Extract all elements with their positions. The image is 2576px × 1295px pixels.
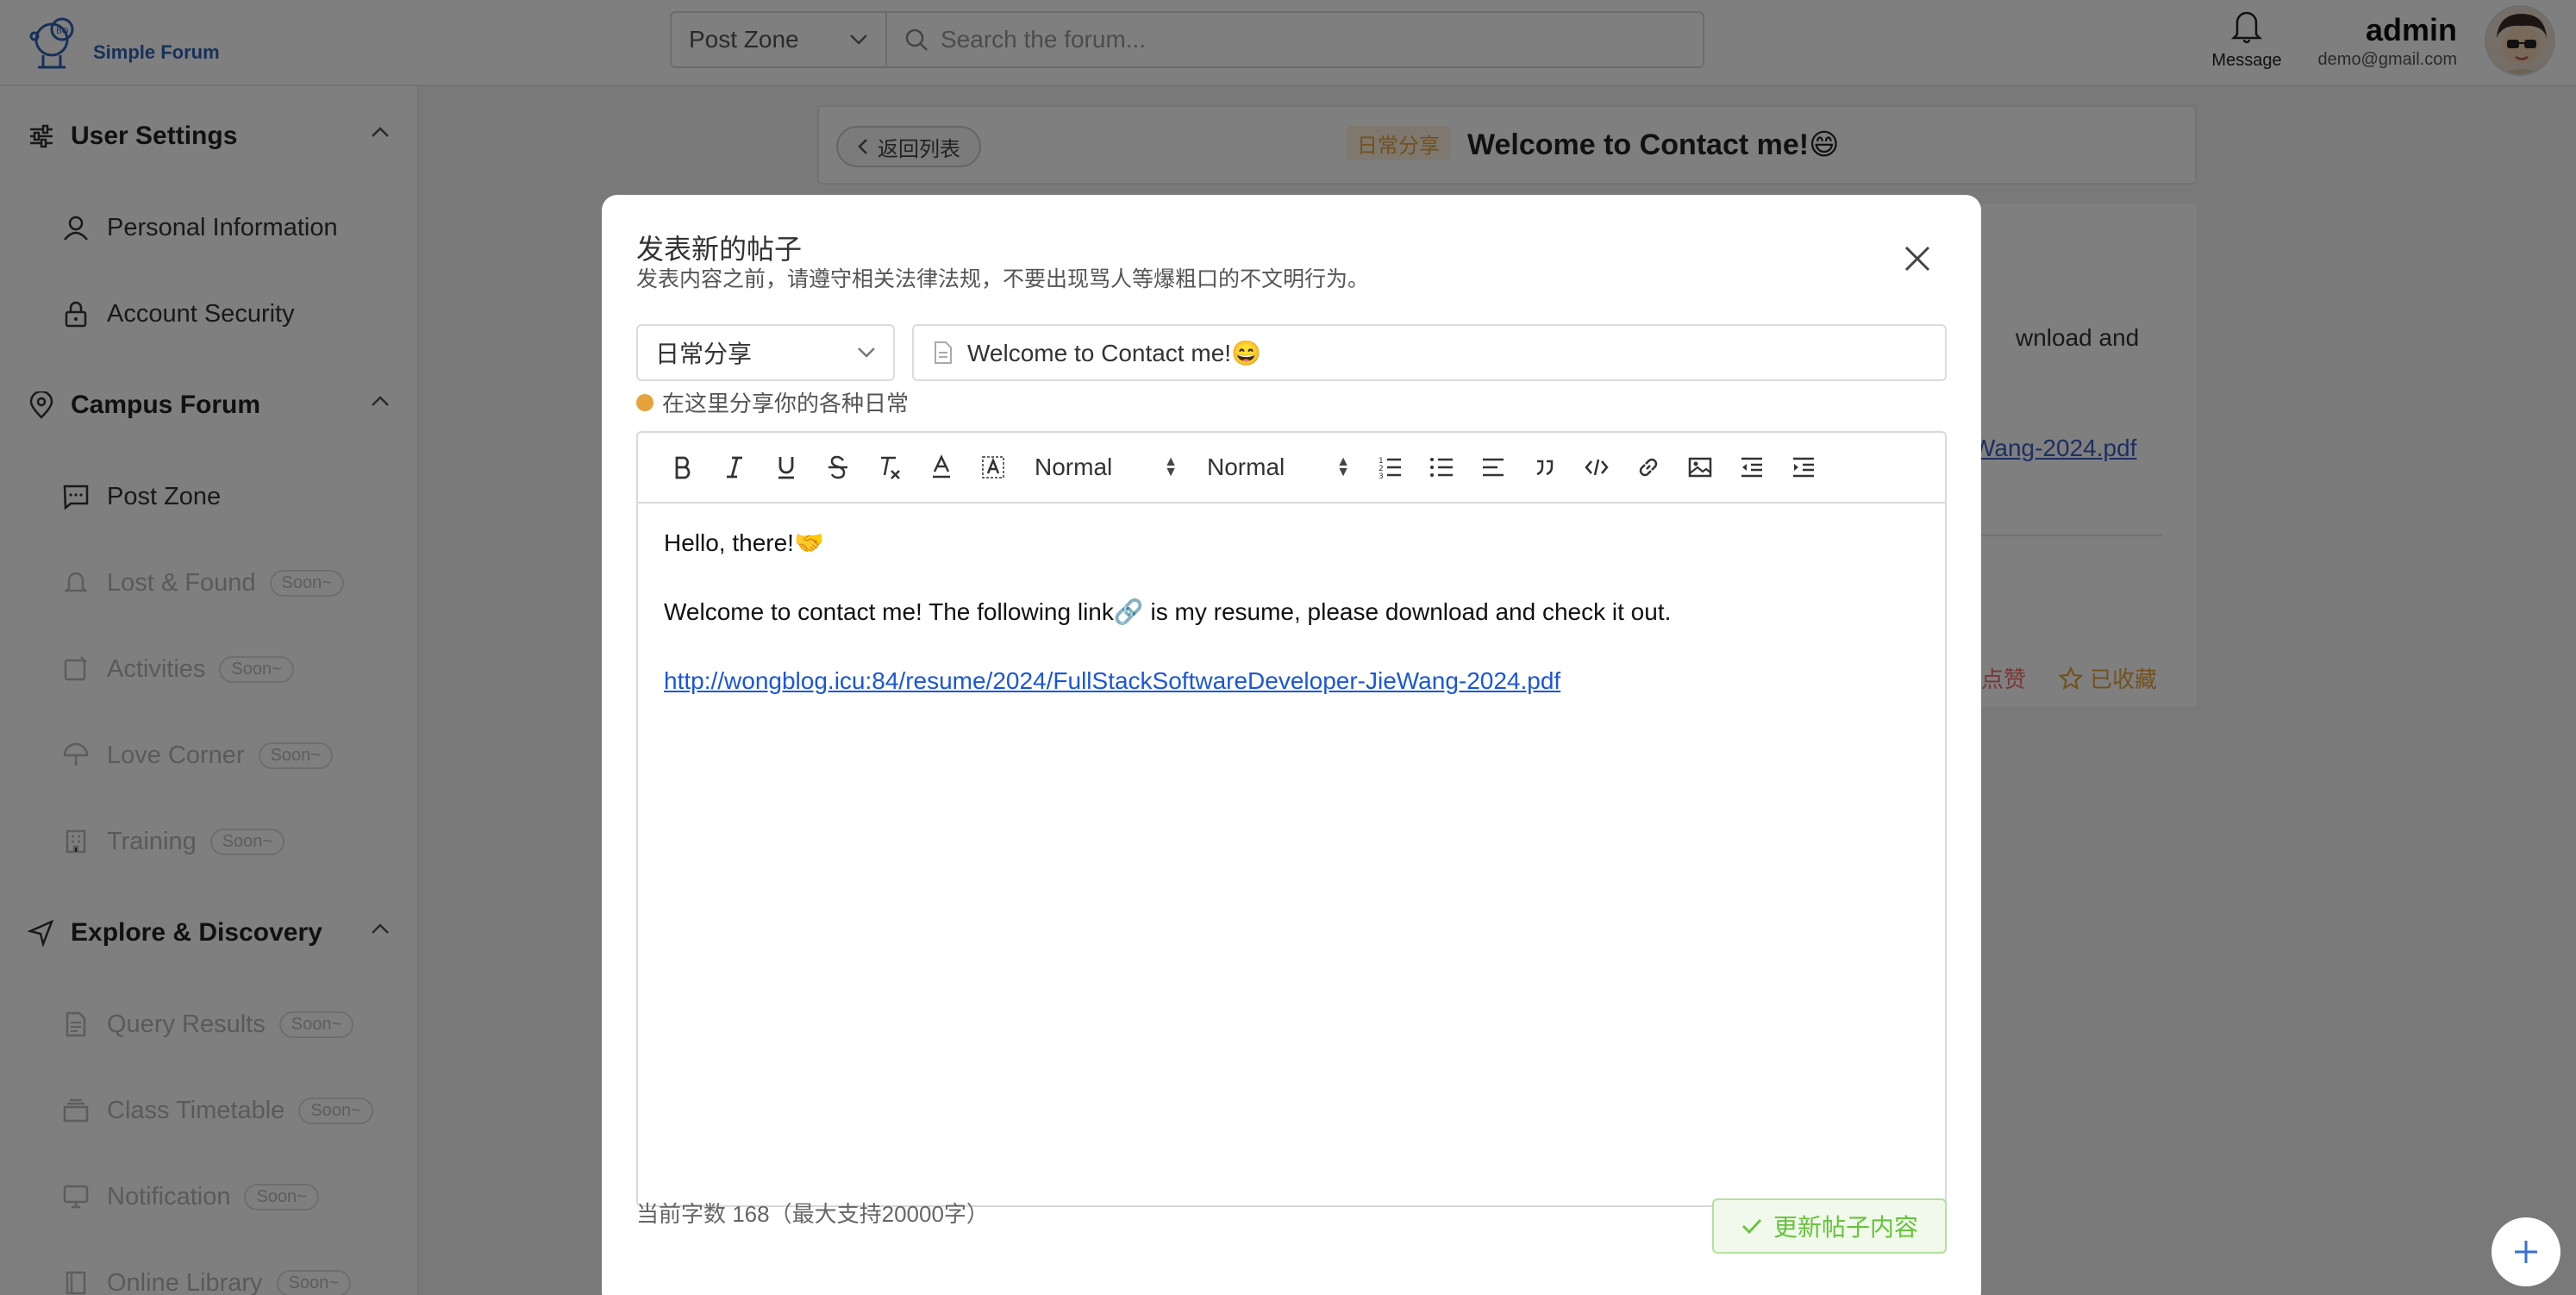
code-button[interactable] <box>1571 447 1623 487</box>
chevron-down-icon <box>858 347 875 358</box>
check-icon <box>1741 1219 1762 1235</box>
update-post-button[interactable]: 更新帖子内容 <box>1712 1198 1947 1254</box>
blockquote-button[interactable] <box>1519 447 1571 487</box>
link-icon <box>1639 458 1658 477</box>
outdent-button[interactable] <box>1726 447 1778 487</box>
close-icon[interactable] <box>1902 243 1933 274</box>
bold-button[interactable] <box>657 447 709 487</box>
editor-blank-line <box>664 560 1919 595</box>
outdent-icon <box>1741 457 1762 478</box>
underline-icon <box>778 457 794 479</box>
bullet-list-button[interactable] <box>1416 447 1467 487</box>
strike-icon <box>828 455 847 479</box>
post-title-input[interactable] <box>967 339 1916 366</box>
updown-icon: ▲ ▼ <box>1164 454 1178 479</box>
editor-blank-line <box>664 629 1919 664</box>
new-post-modal: 发表新的帖子 发表内容之前，请遵守相关法律法规，不要出现骂人等爆粗口的不文明行为… <box>602 195 1981 1295</box>
resume-link[interactable]: http://wongblog.icu:84/resume/2024/FullS… <box>664 667 1560 694</box>
update-post-label: 更新帖子内容 <box>1773 1214 1918 1241</box>
indent-button[interactable] <box>1778 447 1829 487</box>
size-select-value: Normal <box>1207 454 1285 480</box>
header-select[interactable]: Normal ▲ ▼ <box>1019 447 1191 487</box>
bold-icon <box>675 456 691 479</box>
new-post-fab[interactable] <box>2492 1217 2560 1286</box>
align-button[interactable] <box>1467 447 1519 487</box>
font-color-icon <box>933 454 950 479</box>
updown-icon: ▲ ▼ <box>1336 454 1350 479</box>
editor-toolbar: Normal ▲ ▼ Normal ▲ ▼ 123 <box>638 433 1945 504</box>
header-select-value: Normal <box>1035 454 1113 480</box>
plus-icon <box>2515 1241 2537 1263</box>
bullet-list-icon <box>1430 458 1453 477</box>
indent-icon <box>1793 457 1814 478</box>
editor-line: Welcome to contact me! The following lin… <box>664 598 1672 625</box>
svg-text:3: 3 <box>1379 472 1384 480</box>
category-hint: 在这里分享你的各种日常 <box>636 386 909 418</box>
clear-format-icon <box>881 456 900 479</box>
editor-content[interactable]: Hello, there!🤝 Welcome to contact me! Th… <box>638 504 1945 721</box>
image-icon <box>1688 457 1712 478</box>
background-color-icon <box>982 456 1004 479</box>
italic-icon <box>727 456 742 479</box>
ordered-list-icon: 123 <box>1379 457 1401 480</box>
blockquote-icon <box>1536 460 1554 476</box>
category-hint-text: 在这里分享你的各种日常 <box>662 391 910 416</box>
code-icon <box>1585 459 1609 476</box>
underline-button[interactable] <box>760 447 812 487</box>
clear-format-button[interactable] <box>864 447 916 487</box>
rich-text-editor: Normal ▲ ▼ Normal ▲ ▼ 123 Hello, there!🤝 W… <box>636 431 1947 1207</box>
modal-subtitle: 发表内容之前，请遵守相关法律法规，不要出现骂人等爆粗口的不文明行为。 <box>636 267 1370 291</box>
background-color-button[interactable] <box>967 447 1019 487</box>
italic-button[interactable] <box>709 447 760 487</box>
image-button[interactable] <box>1674 447 1726 487</box>
document-icon <box>935 341 952 364</box>
size-select[interactable]: Normal ▲ ▼ <box>1191 447 1364 487</box>
category-select[interactable]: 日常分享 <box>636 324 895 381</box>
category-select-value: 日常分享 <box>655 341 753 367</box>
post-title-field[interactable] <box>912 324 1947 381</box>
strike-button[interactable] <box>812 447 864 487</box>
font-color-button[interactable] <box>916 447 967 487</box>
link-button[interactable] <box>1623 447 1674 487</box>
ordered-list-button[interactable]: 123 <box>1364 447 1416 487</box>
category-dot <box>636 393 653 411</box>
word-count: 当前字数 168（最大支持20000字） <box>636 1201 989 1227</box>
editor-line: Hello, there!🤝 <box>664 529 824 556</box>
align-icon <box>1483 458 1504 477</box>
